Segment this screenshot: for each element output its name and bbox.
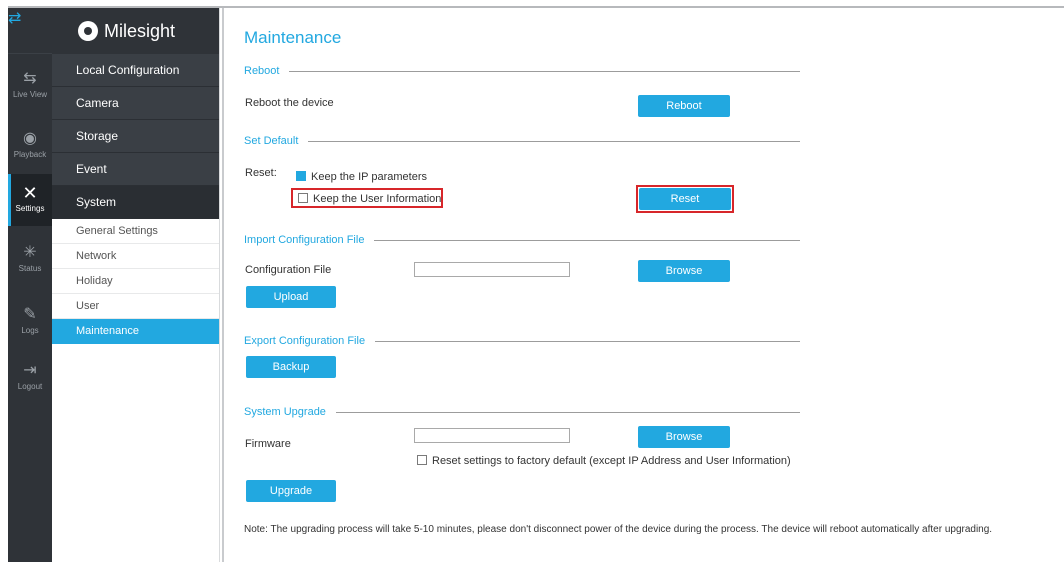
menu-item-system[interactable]: System bbox=[52, 186, 219, 219]
rail-item-playback[interactable]: ◉ Playback bbox=[8, 120, 52, 172]
submenu-item-user[interactable]: User bbox=[52, 294, 219, 319]
submenu-item-maintenance[interactable]: Maintenance bbox=[52, 319, 219, 344]
rail-item-live-view[interactable]: ⇆ Live View bbox=[8, 60, 52, 112]
menu-item-storage[interactable]: Storage bbox=[52, 120, 219, 153]
rail-label-logs: Logs bbox=[21, 326, 39, 335]
submenu-item-network[interactable]: Network bbox=[52, 244, 219, 269]
page-title: Maintenance bbox=[244, 28, 342, 47]
menu-item-local-configuration[interactable]: Local Configuration bbox=[52, 54, 219, 87]
reboot-button[interactable]: Reboot bbox=[638, 95, 730, 117]
config-file-label: Configuration File bbox=[245, 264, 332, 276]
rail-label-playback: Playback bbox=[13, 150, 47, 159]
playback-icon: ◉ bbox=[23, 130, 37, 147]
menu-item-camera[interactable]: Camera bbox=[52, 87, 219, 120]
status-icon: ✳ bbox=[23, 244, 37, 261]
section-rule bbox=[308, 140, 800, 142]
maintenance-panel: Maintenance Reboot Reboot the device Reb… bbox=[230, 8, 1060, 562]
config-file-input[interactable] bbox=[414, 262, 570, 277]
section-rule bbox=[374, 239, 800, 241]
submenu-item-general-settings[interactable]: General Settings bbox=[52, 219, 219, 244]
menu-item-event[interactable]: Event bbox=[52, 153, 219, 186]
section-set-default: Set Default bbox=[244, 135, 800, 147]
menu-toggle-icon[interactable]: ⇄ bbox=[8, 0, 21, 27]
reboot-label: Reboot the device bbox=[245, 97, 334, 109]
section-reboot: Reboot bbox=[244, 65, 800, 77]
swap-icon: ⇆ bbox=[23, 70, 37, 87]
icon-rail: ⇄ ⇆ Live View ◉ Playback ✕ Settings ✳ St… bbox=[8, 8, 52, 562]
section-rule bbox=[289, 70, 800, 72]
rail-label-logout: Logout bbox=[17, 382, 43, 391]
section-export-title: Export Configuration File bbox=[244, 335, 366, 347]
rail-item-settings[interactable]: ✕ Settings bbox=[8, 174, 52, 226]
logs-icon: ✎ bbox=[23, 306, 37, 323]
rail-label-settings: Settings bbox=[15, 204, 45, 213]
rail-label-live-view: Live View bbox=[12, 90, 48, 99]
keep-ip-label: Keep the IP parameters bbox=[311, 171, 427, 183]
factory-reset-option[interactable]: Reset settings to factory default (excep… bbox=[417, 455, 791, 467]
import-browse-button[interactable]: Browse bbox=[638, 260, 730, 282]
rail-header: ⇄ bbox=[8, 8, 52, 54]
rail-item-status[interactable]: ✳ Status bbox=[8, 234, 52, 286]
section-set-default-title: Set Default bbox=[244, 135, 299, 147]
rail-item-logs[interactable]: ✎ Logs bbox=[8, 296, 52, 348]
upgrade-note: Note: The upgrading process will take 5-… bbox=[244, 524, 993, 535]
reset-highlight bbox=[636, 185, 734, 213]
section-system-upgrade: System Upgrade bbox=[244, 406, 800, 418]
upgrade-button[interactable]: Upgrade bbox=[246, 480, 336, 502]
brand-logo: Milesight bbox=[52, 8, 219, 54]
settings-menu: Milesight Local Configuration Camera Sto… bbox=[52, 8, 220, 562]
factory-reset-checkbox[interactable] bbox=[417, 455, 427, 465]
tools-icon: ✕ bbox=[22, 183, 38, 203]
keep-ip-option[interactable]: Keep the IP parameters bbox=[296, 171, 427, 183]
panel-divider bbox=[222, 8, 224, 562]
firmware-input[interactable] bbox=[414, 428, 570, 443]
section-rule bbox=[375, 340, 800, 342]
firmware-browse-button[interactable]: Browse bbox=[638, 426, 730, 448]
keep-ip-checkbox[interactable] bbox=[296, 171, 306, 181]
brand-name: Milesight bbox=[104, 20, 176, 41]
factory-reset-label: Reset settings to factory default (excep… bbox=[432, 455, 791, 467]
firmware-label: Firmware bbox=[245, 438, 291, 450]
section-export: Export Configuration File bbox=[244, 335, 800, 347]
logout-icon: ⇥ bbox=[23, 362, 37, 379]
section-rule bbox=[335, 411, 800, 413]
backup-button[interactable]: Backup bbox=[246, 356, 336, 378]
rail-item-logout[interactable]: ⇥ Logout bbox=[8, 352, 52, 404]
section-import-title: Import Configuration File bbox=[244, 234, 365, 246]
reset-label: Reset: bbox=[245, 167, 277, 179]
rail-label-status: Status bbox=[18, 264, 42, 273]
milesight-logo-icon bbox=[78, 21, 98, 41]
keep-user-highlight bbox=[291, 188, 443, 208]
section-import: Import Configuration File bbox=[244, 234, 800, 246]
upload-button[interactable]: Upload bbox=[246, 286, 336, 308]
submenu-item-holiday[interactable]: Holiday bbox=[52, 269, 219, 294]
section-upgrade-title: System Upgrade bbox=[244, 406, 326, 418]
section-reboot-title: Reboot bbox=[244, 65, 280, 77]
